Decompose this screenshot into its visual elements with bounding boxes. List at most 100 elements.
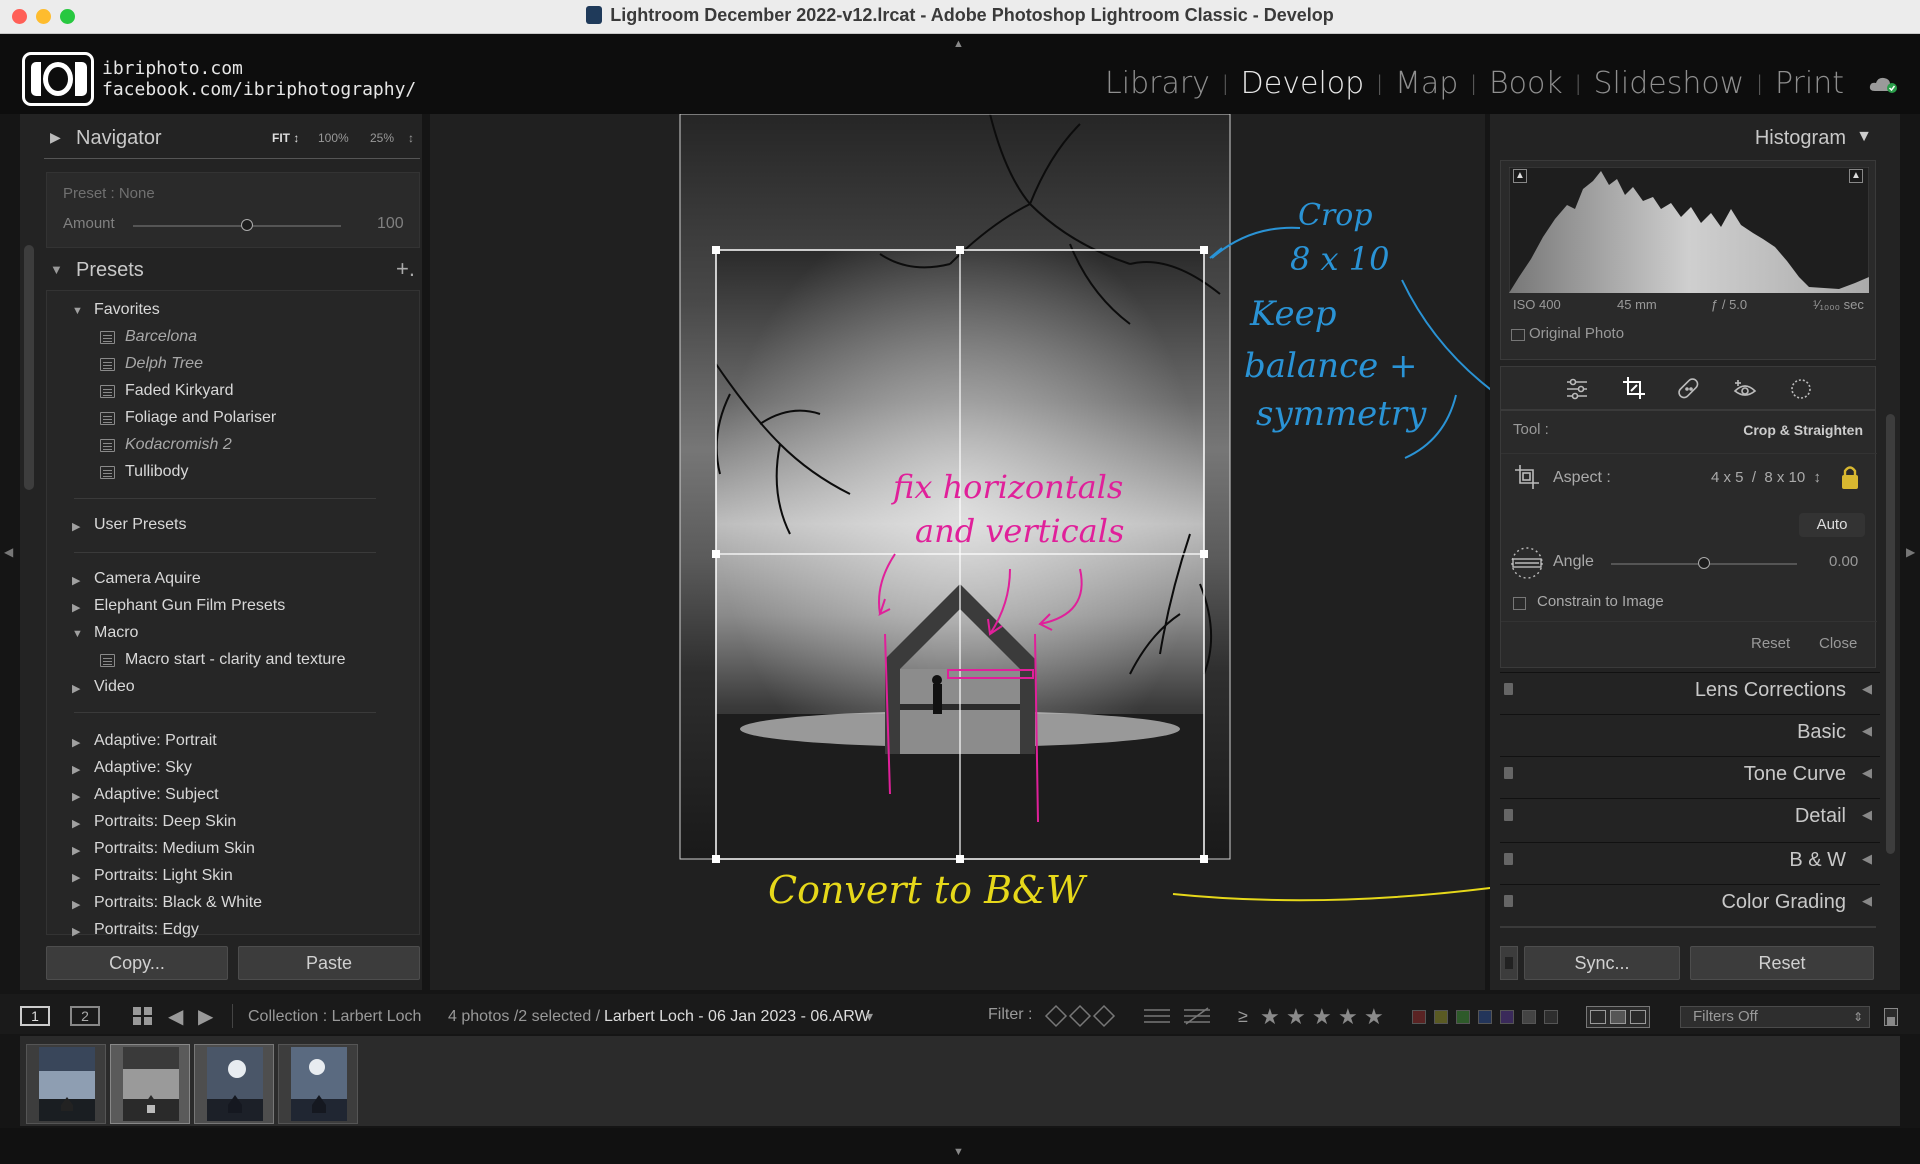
preset-barcelona[interactable]: Barcelona — [125, 328, 197, 346]
amount-slider-track[interactable] — [133, 225, 341, 227]
presets-collapse-icon[interactable]: ▼ — [50, 262, 63, 277]
expand-panel-icon[interactable]: ◀ — [1862, 681, 1872, 697]
module-book[interactable]: Book — [1489, 66, 1563, 101]
original-photo-checkbox[interactable] — [1511, 329, 1525, 341]
camera-aquire-folder[interactable]: Camera Aquire — [94, 570, 201, 588]
purple-label-filter[interactable] — [1500, 1010, 1514, 1024]
no-label-filter[interactable] — [1544, 1010, 1558, 1024]
expand-icon[interactable]: ▶ — [72, 736, 80, 749]
expand-panel-icon[interactable]: ◀ — [1862, 723, 1872, 739]
add-preset-button[interactable]: +. — [396, 256, 415, 282]
video-folder[interactable]: Video — [94, 678, 135, 696]
filmstrip-thumbnail-2-selected[interactable] — [110, 1044, 190, 1124]
preset-delph-tree[interactable]: Delph Tree — [125, 355, 203, 373]
histogram-collapse-icon[interactable]: ▼ — [1856, 128, 1872, 146]
collapse-left-panel-icon[interactable]: ◀ — [4, 545, 13, 559]
previous-photo-icon[interactable]: ◀ — [168, 1004, 183, 1029]
filmstrip-thumbnail-3-selected[interactable] — [194, 1044, 274, 1124]
zoom-25[interactable]: 25% — [370, 131, 394, 145]
preset-tullibody[interactable]: Tullibody — [125, 463, 188, 481]
tone-curve-header[interactable]: Tone Curve ◀ — [1500, 756, 1880, 792]
blue-label-filter[interactable] — [1478, 1010, 1492, 1024]
elephant-gun-folder[interactable]: Elephant Gun Film Presets — [94, 597, 285, 615]
collapse-right-panel-icon[interactable]: ▶ — [1906, 545, 1915, 559]
histogram-header[interactable]: Histogram ▼ — [1500, 120, 1880, 160]
expand-icon[interactable]: ▶ — [72, 520, 80, 533]
expand-icon[interactable]: ▶ — [72, 844, 80, 857]
color-grading-header[interactable]: Color Grading ◀ — [1500, 884, 1880, 920]
module-library[interactable]: Library — [1105, 66, 1210, 101]
expanded-icon[interactable]: ▼ — [72, 628, 83, 640]
preset-foliage-polariser[interactable]: Foliage and Polariser — [125, 409, 276, 427]
constrain-checkbox[interactable] — [1513, 597, 1526, 610]
expand-panel-icon[interactable]: ◀ — [1862, 765, 1872, 781]
rating-star-3-icon[interactable]: ★ — [1312, 1004, 1332, 1030]
reset-button[interactable]: Reset — [1690, 946, 1874, 980]
expand-icon[interactable]: ▶ — [72, 925, 80, 938]
module-develop[interactable]: Develop — [1241, 66, 1365, 101]
yellow-label-filter[interactable] — [1434, 1010, 1448, 1024]
lens-corrections-header[interactable]: Lens Corrections ◀ — [1500, 672, 1880, 708]
panel-toggle-switch[interactable] — [1504, 683, 1513, 695]
cloud-sync-icon[interactable] — [1868, 74, 1898, 94]
filmstrip-thumbnail-1[interactable] — [26, 1044, 106, 1124]
expand-icon[interactable]: ▶ — [72, 790, 80, 803]
panel-toggle-switch[interactable] — [1504, 767, 1513, 779]
crop-frame-tool-icon[interactable] — [1513, 463, 1541, 491]
expand-icon[interactable]: ▶ — [72, 682, 80, 695]
paste-button[interactable]: Paste — [238, 946, 420, 980]
copy-button[interactable]: Copy... — [46, 946, 228, 980]
rating-star-5-icon[interactable]: ★ — [1364, 1004, 1384, 1030]
amount-slider-thumb[interactable] — [241, 219, 254, 231]
navigator-expand-icon[interactable]: ▶ — [50, 129, 61, 146]
highlight-clipping-icon[interactable]: ▲ — [1849, 169, 1863, 183]
custom-label-filter[interactable] — [1522, 1010, 1536, 1024]
green-label-filter[interactable] — [1456, 1010, 1470, 1024]
rating-star-1-icon[interactable]: ★ — [1260, 1004, 1280, 1030]
auto-sync-toggle[interactable] — [1500, 946, 1518, 980]
expand-icon[interactable]: ▶ — [72, 898, 80, 911]
bw-header[interactable]: B & W ◀ — [1500, 842, 1880, 878]
red-label-filter[interactable] — [1412, 1010, 1426, 1024]
crop-tool-icon[interactable] — [1621, 375, 1647, 401]
expand-icon[interactable]: ▶ — [72, 763, 80, 776]
rating-star-2-icon[interactable]: ★ — [1286, 1004, 1306, 1030]
auto-straighten-button[interactable]: Auto — [1799, 513, 1865, 537]
expand-icon[interactable]: ▶ — [72, 601, 80, 614]
zoom-100[interactable]: 100% — [318, 131, 349, 145]
detail-header[interactable]: Detail ◀ — [1500, 798, 1880, 834]
histogram-graph[interactable] — [1509, 167, 1869, 293]
collapse-top-panel-icon[interactable]: ▲ — [953, 38, 967, 50]
straighten-level-icon[interactable] — [1509, 545, 1545, 581]
aspect-dropdown[interactable]: 4 x 5 / 8 x 10 ↕ — [1711, 469, 1821, 486]
expand-panel-icon[interactable]: ◀ — [1862, 851, 1872, 867]
flag-filter-icons[interactable] — [1044, 1004, 1116, 1028]
sync-button[interactable]: Sync... — [1524, 946, 1680, 980]
aspect-lock-icon[interactable] — [1839, 463, 1861, 491]
primary-display-button[interactable]: 1 — [20, 1006, 50, 1026]
expand-panel-icon[interactable]: ◀ — [1862, 807, 1872, 823]
healing-tool-icon[interactable] — [1677, 377, 1701, 401]
masking-tool-icon[interactable] — [1789, 377, 1813, 401]
adaptive-subject-folder[interactable]: Adaptive: Subject — [94, 786, 219, 804]
panel-toggle-switch[interactable] — [1504, 853, 1513, 865]
collection-source[interactable]: Collection : Larbert Loch — [248, 1008, 421, 1026]
preset-kodacromish-2[interactable]: Kodacromish 2 — [125, 436, 232, 454]
portraits-bw-folder[interactable]: Portraits: Black & White — [94, 894, 262, 912]
filmstrip-thumbnail-4[interactable] — [278, 1044, 358, 1124]
secondary-display-button[interactable]: 2 — [70, 1006, 100, 1026]
angle-slider-thumb[interactable] — [1698, 557, 1710, 569]
panel-toggle-switch[interactable] — [1504, 809, 1513, 821]
portraits-deep-skin-folder[interactable]: Portraits: Deep Skin — [94, 813, 236, 831]
basic-header[interactable]: Basic ◀ — [1500, 714, 1880, 750]
edit-sliders-icon[interactable] — [1565, 377, 1589, 401]
adaptive-portrait-folder[interactable]: Adaptive: Portrait — [94, 732, 217, 750]
filename-menu-icon[interactable]: ▾ — [866, 1008, 873, 1025]
crop-close-button[interactable]: Close — [1819, 635, 1857, 652]
filter-lock-icon[interactable] — [1884, 1008, 1898, 1026]
portraits-medium-skin-folder[interactable]: Portraits: Medium Skin — [94, 840, 255, 858]
favorites-folder[interactable]: Favorites — [94, 301, 160, 319]
module-slideshow[interactable]: Slideshow — [1593, 66, 1744, 101]
expand-panel-icon[interactable]: ◀ — [1862, 893, 1872, 909]
adaptive-sky-folder[interactable]: Adaptive: Sky — [94, 759, 192, 777]
